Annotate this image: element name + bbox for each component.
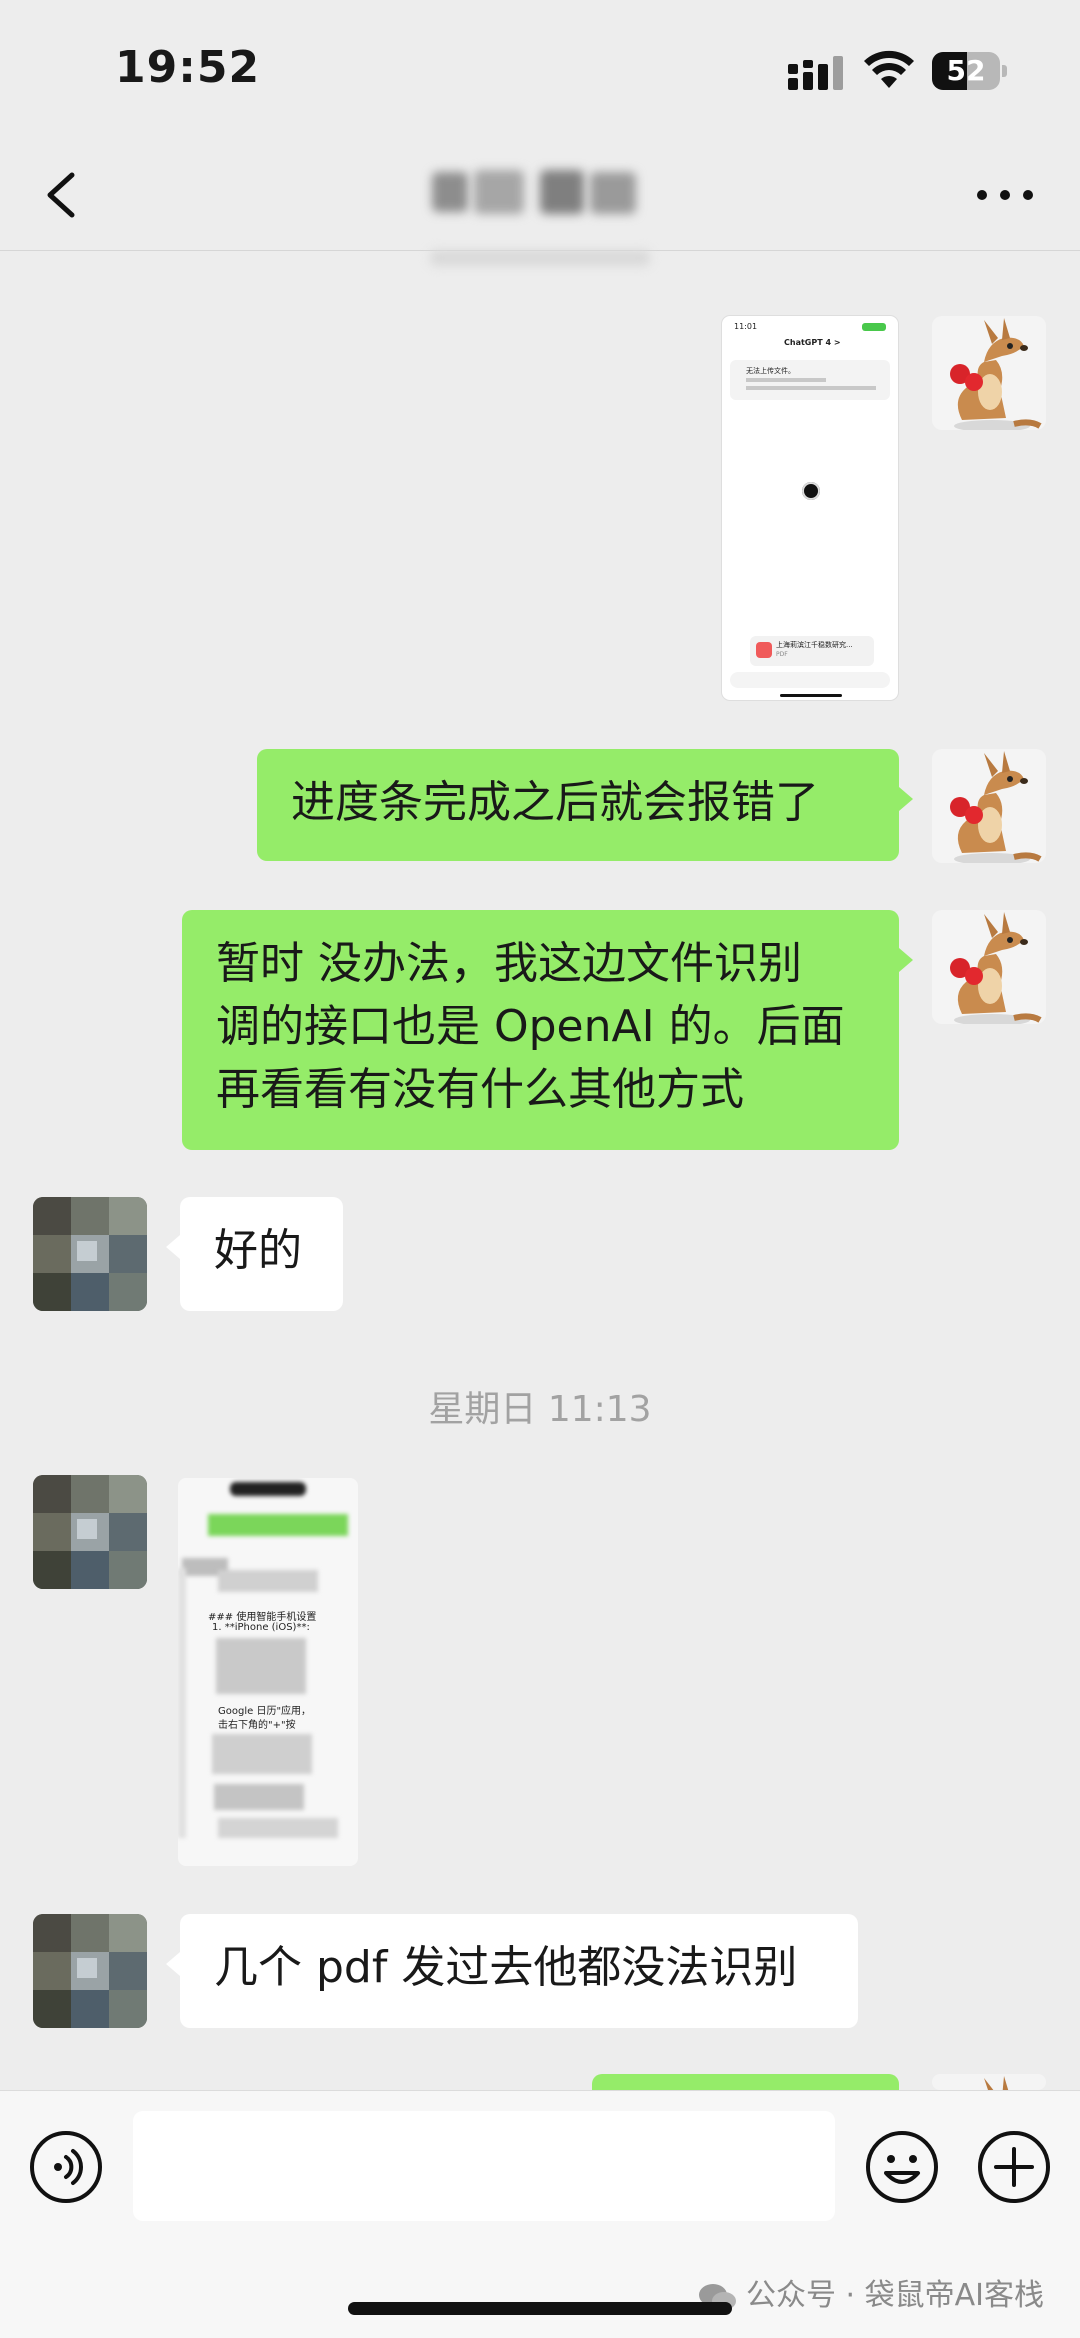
message-line: 调的接口也是 OpenAI 的。后面 [216, 1001, 845, 1052]
screenshot-app-title: ChatGPT 4 > [784, 338, 841, 347]
watermark-text: 公众号 · 袋鼠帝AI客栈 [746, 2278, 1044, 2313]
my-avatar-partial[interactable] [932, 2074, 1046, 2090]
screenshot-attachment: 上海莉滨江千稳数研究... [776, 641, 853, 649]
cellular-signal-icon [788, 56, 843, 90]
sent-text-bubble-partial[interactable] [592, 2074, 899, 2090]
status-bar: 19:52 52 [0, 0, 1080, 140]
image-snippet: ### 使用智能手机设置 [208, 1612, 317, 1623]
my-avatar[interactable] [932, 749, 1046, 863]
sent-text-bubble[interactable]: 暂时 没办法，我这边文件识别 调的接口也是 OpenAI 的。后面 再看看有没有… [182, 910, 913, 1150]
screenshot-time: 11:01 [734, 322, 758, 331]
sent-image-message[interactable]: 11:01 ChatGPT 4 > 无法上传文件。 上海莉滨江千稳数研究... … [722, 316, 898, 700]
voice-input-icon[interactable] [28, 2129, 104, 2205]
contact-avatar[interactable] [33, 1475, 147, 1589]
plus-icon[interactable] [976, 2129, 1052, 2205]
received-text-bubble[interactable]: 几个 pdf 发过去他都没法识别 [166, 1914, 858, 2028]
image-snippet: Google 日历"应用， [218, 1706, 312, 1717]
chat-timestamp: 星期日 11:13 [428, 1389, 652, 1430]
screenshot-attachment-type: PDF [776, 651, 788, 658]
contact-avatar[interactable] [33, 1197, 147, 1311]
more-options-icon[interactable] [970, 160, 1040, 230]
message-line: 暂时 没办法，我这边文件识别 [216, 938, 802, 989]
emoji-icon[interactable] [864, 2129, 940, 2205]
back-icon[interactable] [30, 160, 100, 230]
message-text: 好的 [214, 1225, 302, 1276]
chat-title-redacted [432, 164, 642, 220]
image-snippet: 1. **iPhone (iOS)**: [212, 1622, 310, 1633]
received-image-message[interactable]: ### 使用智能手机设置 1. **iPhone (iOS)**: Google… [178, 1478, 358, 1866]
message-line: 再看看有没有什么其他方式 [216, 1064, 744, 1115]
status-time: 19:52 [115, 42, 261, 93]
message-text: 几个 pdf 发过去他都没法识别 [214, 1942, 798, 1993]
chat-header [0, 140, 1080, 251]
my-avatar[interactable] [932, 910, 1046, 1024]
received-text-bubble[interactable]: 好的 [166, 1197, 343, 1311]
screenshot-notice: 无法上传文件。 [746, 367, 795, 375]
wifi-icon [864, 50, 914, 88]
home-indicator[interactable] [348, 2302, 732, 2315]
battery-icon: 52 [932, 52, 1008, 90]
image-snippet: 击右下角的"+"按 [218, 1720, 296, 1731]
message-input[interactable] [133, 2111, 835, 2221]
contact-avatar[interactable] [33, 1914, 147, 2028]
redacted-timestamp [430, 250, 650, 266]
battery-level: 52 [946, 54, 986, 87]
my-avatar[interactable] [932, 316, 1046, 430]
watermark: 公众号 · 袋鼠帝AI客栈 [698, 2270, 1044, 2314]
message-text: 进度条完成之后就会报错了 [291, 777, 819, 828]
sent-text-bubble[interactable]: 进度条完成之后就会报错了 [257, 749, 913, 861]
